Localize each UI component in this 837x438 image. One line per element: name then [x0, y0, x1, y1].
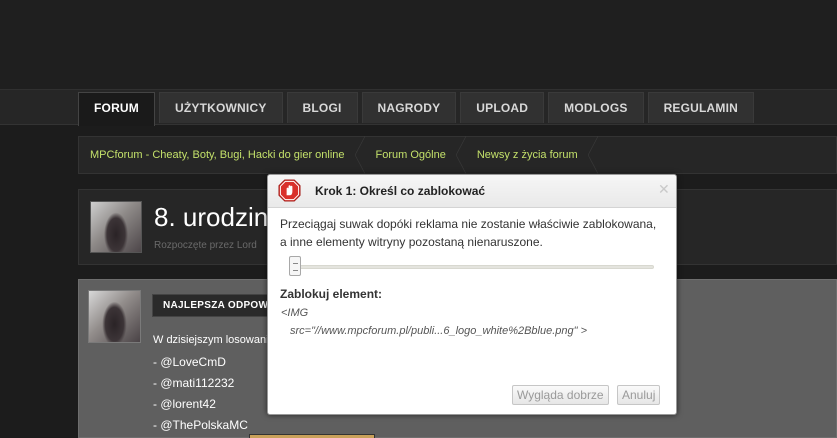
mention-link[interactable]: - @ThePolskaMC — [153, 418, 248, 432]
dialog-title: Krok 1: Określ co zablokować — [315, 184, 486, 198]
topic-title: 8. urodzin — [154, 202, 269, 232]
element-blocker-dialog: Krok 1: Określ co zablokować ✕ Przeciąga… — [267, 174, 677, 415]
mention-link[interactable]: - @mati112232 — [153, 376, 234, 390]
breadcrumb-link-home[interactable]: MPCforum - Cheaty, Boty, Bugi, Hacki do … — [79, 136, 365, 174]
stop-sign-hand-icon — [278, 179, 301, 202]
topic-meta: Rozpoczęte przez Lord — [154, 240, 257, 251]
tab-blogs[interactable]: BLOGI — [286, 92, 358, 123]
dialog-instructions: Przeciągaj suwak dopóki reklama nie zost… — [280, 217, 657, 249]
element-code-line: src="//www.mpcforum.pl/publi...6_logo_wh… — [290, 325, 588, 337]
breadcrumb-link-forum-news[interactable]: Newsy z życia forum — [466, 136, 598, 174]
tab-rules[interactable]: REGULAMIN — [647, 92, 755, 123]
block-element-label: Zablokuj element: — [280, 287, 383, 301]
block-level-slider-track[interactable] — [293, 265, 654, 269]
post-intro-text: W dzisiejszym losowaniu — [153, 334, 275, 346]
cancel-button[interactable]: Anuluj — [617, 385, 661, 405]
mention-link[interactable]: - @LoveCmD — [153, 355, 226, 369]
post-image — [249, 434, 375, 438]
breadcrumb-link-general-forum[interactable]: Forum Ogólne — [365, 136, 467, 174]
best-answer-badge: NAJLEPSZA ODPOWI — [152, 294, 283, 317]
tab-forum[interactable]: FORUM — [78, 92, 155, 126]
dialog-header: Krok 1: Określ co zablokować ✕ — [268, 175, 676, 208]
post-author-avatar[interactable] — [88, 290, 141, 343]
tab-users[interactable]: UŻYTKOWNICY — [159, 92, 283, 123]
author-avatar[interactable] — [90, 201, 142, 253]
looks-good-button[interactable]: Wygląda dobrze — [512, 385, 609, 405]
selected-element-code: <IMG src="//www.mpcforum.pl/publi...6_lo… — [281, 304, 587, 340]
main-nav: FORUM UŻYTKOWNICY BLOGI NAGRODY UPLOAD M… — [78, 92, 758, 126]
tab-modlogs[interactable]: MODLOGS — [548, 92, 644, 123]
mention-link[interactable]: - @lorent42 — [153, 397, 216, 411]
tab-upload[interactable]: UPLOAD — [460, 92, 545, 123]
tab-awards[interactable]: NAGRODY — [361, 92, 457, 123]
block-level-slider-handle[interactable] — [289, 256, 301, 276]
close-icon[interactable]: ✕ — [658, 181, 670, 198]
site-header — [0, 0, 837, 89]
breadcrumb: MPCforum - Cheaty, Boty, Bugi, Hacki do … — [78, 136, 837, 174]
element-code-line: <IMG — [281, 307, 309, 319]
